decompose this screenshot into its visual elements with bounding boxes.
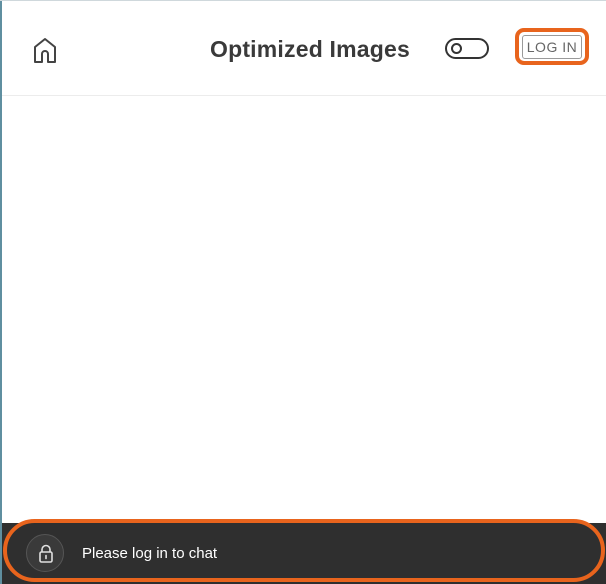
login-button[interactable]: LOG IN bbox=[522, 35, 582, 59]
main-content-area bbox=[2, 96, 606, 523]
toggle-switch-icon bbox=[451, 43, 462, 54]
home-icon bbox=[34, 38, 56, 63]
home-button[interactable] bbox=[30, 35, 60, 65]
page-title: Optimized Images bbox=[209, 36, 411, 62]
theme-toggle[interactable] bbox=[445, 38, 489, 59]
chat-login-prompt: Please log in to chat bbox=[82, 545, 218, 562]
lock-button bbox=[26, 534, 64, 572]
lock-icon bbox=[39, 544, 53, 563]
